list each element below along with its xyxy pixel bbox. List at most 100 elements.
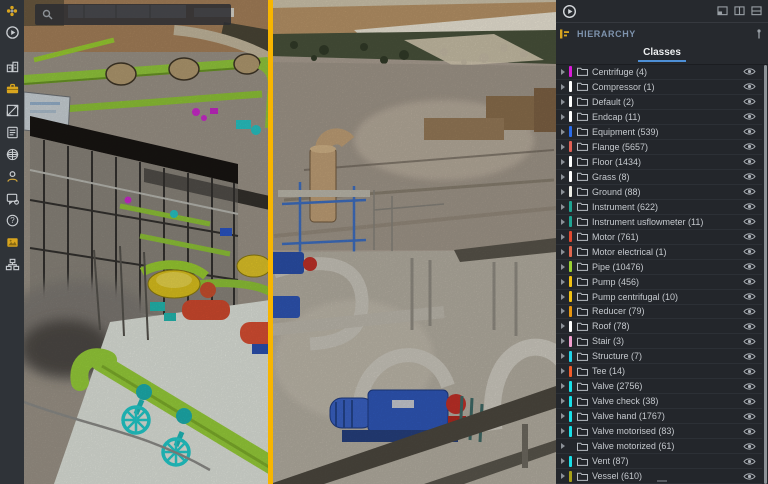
tab-classes[interactable]: Classes: [638, 44, 686, 62]
class-row[interactable]: Centrifuge (4): [556, 65, 762, 80]
eye-visibility-icon[interactable]: [743, 172, 756, 181]
class-row[interactable]: Floor (1434): [556, 155, 762, 170]
class-row[interactable]: Vent (87): [556, 454, 762, 469]
class-row[interactable]: Instrument (622): [556, 200, 762, 215]
eye-visibility-icon[interactable]: [743, 367, 756, 376]
feedback-button[interactable]: [4, 193, 20, 209]
chevron-right-icon[interactable]: [561, 413, 565, 419]
eye-visibility-icon[interactable]: [743, 457, 756, 466]
eye-visibility-icon[interactable]: [743, 127, 756, 136]
chevron-right-icon[interactable]: [561, 458, 565, 464]
eye-visibility-icon[interactable]: [743, 337, 756, 346]
class-row[interactable]: Stair (3): [556, 334, 762, 349]
chevron-right-icon[interactable]: [561, 234, 565, 240]
eye-visibility-icon[interactable]: [743, 187, 756, 196]
class-row[interactable]: Tee (14): [556, 364, 762, 379]
eye-visibility-icon[interactable]: [743, 142, 756, 151]
eye-visibility-icon[interactable]: [743, 352, 756, 361]
toolbox-button[interactable]: [4, 83, 20, 99]
chevron-right-icon[interactable]: [561, 84, 565, 90]
chevron-right-icon[interactable]: [561, 428, 565, 434]
navigation-button[interactable]: [4, 149, 20, 165]
play-button[interactable]: [4, 27, 20, 43]
chevron-right-icon[interactable]: [561, 69, 565, 75]
eye-visibility-icon[interactable]: [743, 157, 756, 166]
eye-visibility-icon[interactable]: [743, 202, 756, 211]
panel-layout-icon[interactable]: [717, 6, 728, 16]
class-row[interactable]: Reducer (79): [556, 305, 762, 320]
split-vertical-icon[interactable]: [734, 6, 745, 16]
chevron-right-icon[interactable]: [561, 398, 565, 404]
class-row[interactable]: Endcap (11): [556, 110, 762, 125]
chevron-right-icon[interactable]: [561, 383, 565, 389]
chevron-right-icon[interactable]: [561, 443, 565, 449]
site-button[interactable]: [4, 61, 20, 77]
hierarchy-button[interactable]: [4, 259, 20, 275]
chevron-right-icon[interactable]: [561, 323, 565, 329]
chevron-right-icon[interactable]: [561, 264, 565, 270]
chevron-right-icon[interactable]: [561, 219, 565, 225]
scrollbar[interactable]: [764, 65, 767, 484]
class-row[interactable]: Valve (2756): [556, 379, 762, 394]
eye-visibility-icon[interactable]: [743, 217, 756, 226]
class-row[interactable]: Compressor (1): [556, 80, 762, 95]
eye-visibility-icon[interactable]: [743, 277, 756, 286]
class-row[interactable]: Default (2): [556, 95, 762, 110]
notes-button[interactable]: [4, 127, 20, 143]
chevron-right-icon[interactable]: [561, 129, 565, 135]
eye-visibility-icon[interactable]: [743, 382, 756, 391]
class-row[interactable]: Structure (7): [556, 349, 762, 364]
split-view-button[interactable]: [4, 105, 20, 121]
search-input[interactable]: [59, 8, 224, 21]
class-row[interactable]: Pipe (10476): [556, 260, 762, 275]
eye-visibility-icon[interactable]: [743, 397, 756, 406]
chevron-right-icon[interactable]: [561, 308, 565, 314]
chevron-right-icon[interactable]: [561, 294, 565, 300]
eye-visibility-icon[interactable]: [743, 112, 756, 121]
eye-visibility-icon[interactable]: [743, 442, 756, 451]
class-row[interactable]: Ground (88): [556, 185, 762, 200]
class-row[interactable]: Motor (761): [556, 230, 762, 245]
3d-viewport[interactable]: [24, 0, 556, 484]
chevron-right-icon[interactable]: [561, 144, 565, 150]
chevron-right-icon[interactable]: [561, 353, 565, 359]
chevron-right-icon[interactable]: [561, 114, 565, 120]
eye-visibility-icon[interactable]: [743, 97, 756, 106]
class-row[interactable]: Flange (5657): [556, 140, 762, 155]
class-row[interactable]: Roof (78): [556, 319, 762, 334]
class-row[interactable]: Valve motorised (83): [556, 424, 762, 439]
comparison-divider[interactable]: [268, 0, 273, 484]
chevron-right-icon[interactable]: [561, 368, 565, 374]
eye-visibility-icon[interactable]: [743, 82, 756, 91]
app-logo[interactable]: [4, 5, 20, 21]
pin-icon[interactable]: [755, 28, 763, 40]
user-button[interactable]: [4, 171, 20, 187]
chevron-right-icon[interactable]: [561, 189, 565, 195]
class-row[interactable]: Equipment (539): [556, 125, 762, 140]
class-row[interactable]: Motor electrical (1): [556, 245, 762, 260]
split-horizontal-icon[interactable]: [751, 6, 762, 16]
eye-visibility-icon[interactable]: [743, 232, 756, 241]
chevron-right-icon[interactable]: [561, 473, 565, 479]
chevron-right-icon[interactable]: [561, 279, 565, 285]
eye-visibility-icon[interactable]: [743, 247, 756, 256]
eye-visibility-icon[interactable]: [743, 307, 756, 316]
viewport-search-bar[interactable]: [35, 4, 231, 25]
class-row[interactable]: Instrument usflowmeter (11): [556, 215, 762, 230]
eye-visibility-icon[interactable]: [743, 262, 756, 271]
chevron-right-icon[interactable]: [561, 99, 565, 105]
chevron-right-icon[interactable]: [561, 338, 565, 344]
chevron-right-icon[interactable]: [561, 159, 565, 165]
class-row[interactable]: Pump (456): [556, 275, 762, 290]
chevron-right-icon[interactable]: [561, 249, 565, 255]
eye-visibility-icon[interactable]: [743, 472, 756, 481]
eye-visibility-icon[interactable]: [743, 67, 756, 76]
chevron-right-icon[interactable]: [561, 174, 565, 180]
class-row[interactable]: Valve check (38): [556, 394, 762, 409]
chevron-right-icon[interactable]: [561, 204, 565, 210]
help-button[interactable]: ?: [4, 215, 20, 231]
snapshot-button[interactable]: [4, 237, 20, 253]
play-circle-icon[interactable]: [562, 4, 577, 19]
eye-visibility-icon[interactable]: [743, 412, 756, 421]
eye-visibility-icon[interactable]: [743, 292, 756, 301]
